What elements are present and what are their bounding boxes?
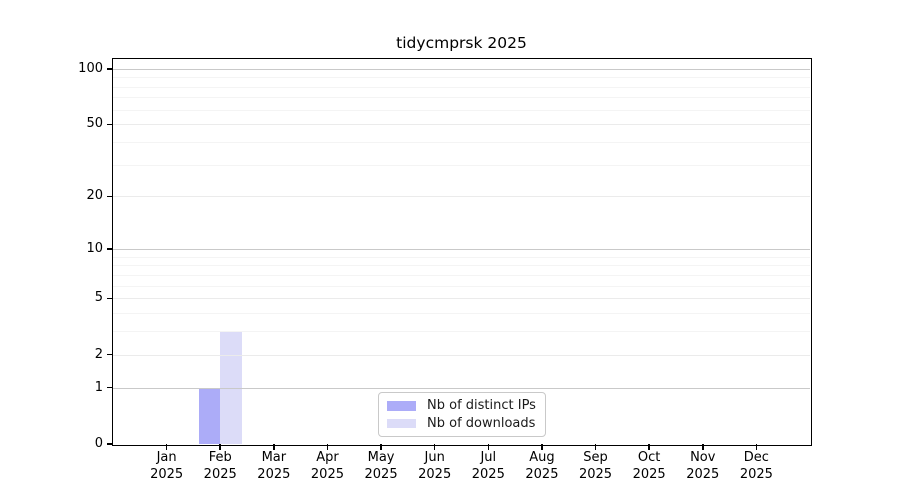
y-tick-label: 5	[94, 290, 103, 306]
minor-gridline	[113, 313, 810, 315]
y-tick-mark	[106, 248, 113, 250]
minor-gridline	[113, 285, 810, 287]
x-tick-mark	[702, 444, 704, 450]
x-tick-mark	[326, 444, 329, 450]
y-tick-mark	[106, 443, 113, 445]
x-tick-mark	[380, 444, 382, 450]
x-tick-mark	[433, 444, 436, 450]
legend-swatch-distinct-ips	[387, 401, 416, 411]
x-tick-mark	[487, 444, 490, 450]
major-gridline	[113, 354, 810, 356]
bar-distinct-ips	[198, 387, 221, 444]
y-tick-mark	[106, 123, 113, 126]
y-tick-label: 100	[78, 60, 103, 76]
minor-gridline	[113, 142, 810, 144]
minor-gridline	[113, 86, 810, 88]
minor-gridline	[113, 274, 810, 276]
major-gridline	[113, 124, 810, 126]
major-gridline	[113, 387, 810, 389]
x-tick-mark	[165, 444, 168, 450]
x-tick-mark	[648, 444, 650, 450]
legend-label-distinct-ips: Nb of distinct IPs	[427, 398, 536, 414]
x-tick-label-line: 2025	[739, 466, 773, 482]
legend-swatch-downloads	[387, 418, 416, 428]
y-tick-mark	[106, 353, 113, 356]
minor-gridline	[113, 265, 810, 267]
chart-title: tidycmprsk 2025	[396, 34, 527, 52]
plot-area	[111, 57, 812, 446]
y-tick-mark	[106, 297, 113, 300]
legend-item: Nb of distinct IPs	[387, 398, 537, 413]
x-tick-mark	[594, 444, 597, 450]
major-gridline	[113, 249, 810, 251]
y-tick-mark	[106, 386, 113, 389]
minor-gridline	[113, 331, 810, 333]
major-gridline	[113, 298, 810, 300]
y-tick-label: 0	[94, 436, 103, 451]
x-tick-mark	[273, 444, 275, 450]
chart-figure: tidycmprsk 2025 Nb of distinct IPs Nb of…	[0, 0, 900, 500]
y-tick-label: 2	[94, 346, 103, 362]
minor-gridline	[113, 109, 810, 111]
y-tick-label: 10	[86, 241, 103, 257]
legend-label-downloads: Nb of downloads	[427, 415, 536, 431]
y-tick-mark	[106, 68, 113, 70]
x-tick-label: Dec 2025	[721, 450, 791, 483]
minor-gridline	[113, 256, 810, 258]
minor-gridline	[113, 97, 810, 99]
x-tick-mark	[219, 444, 221, 450]
y-tick-label: 1	[94, 379, 103, 395]
x-tick-mark	[755, 444, 758, 450]
y-tick-mark	[106, 195, 113, 198]
legend: Nb of distinct IPs Nb of downloads	[378, 392, 546, 437]
y-tick-label: 20	[86, 188, 103, 204]
x-tick-label-line: Dec	[743, 450, 769, 465]
x-tick-mark	[541, 444, 543, 450]
minor-gridline	[113, 164, 810, 166]
major-gridline	[113, 68, 810, 70]
legend-item: Nb of downloads	[387, 416, 537, 431]
minor-gridline	[113, 77, 810, 79]
major-gridline	[113, 196, 810, 198]
y-tick-label: 50	[86, 116, 103, 132]
